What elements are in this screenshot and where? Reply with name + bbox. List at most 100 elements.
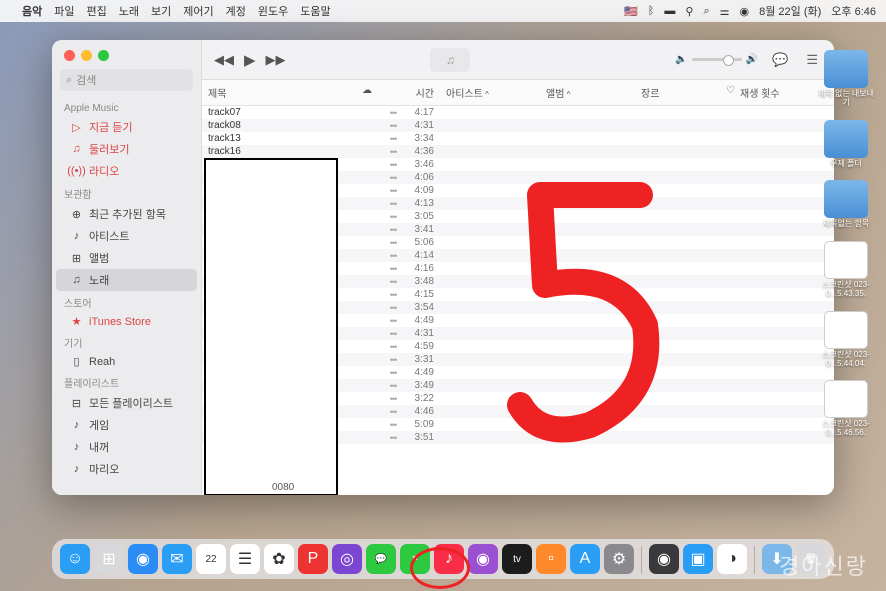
sidebar-item[interactable]: ♫둘러보기 xyxy=(56,138,197,160)
dock-mail[interactable]: ✉ xyxy=(162,544,192,574)
minimize-button[interactable] xyxy=(81,50,92,61)
more-icon[interactable]: ••• xyxy=(382,316,404,326)
desktop-item[interactable]: 제목없는 함목 xyxy=(818,180,874,229)
more-icon[interactable]: ••• xyxy=(382,303,404,313)
dock-app4[interactable]: ▣ xyxy=(683,544,713,574)
dock-finder[interactable]: ☺ xyxy=(60,544,90,574)
menubar-app[interactable]: 음악 xyxy=(22,3,42,19)
more-icon[interactable]: ••• xyxy=(382,108,404,118)
dock-tv[interactable]: tv xyxy=(502,544,532,574)
sidebar-item[interactable]: ♪마리오 xyxy=(56,458,197,480)
col-title[interactable]: 제목 xyxy=(202,83,352,102)
track-row[interactable]: track13•••3:34 xyxy=(202,132,834,145)
sidebar-item[interactable]: ♪게임 xyxy=(56,414,197,436)
dock-books[interactable]: ▫ xyxy=(536,544,566,574)
more-icon[interactable]: ••• xyxy=(382,212,404,222)
more-icon[interactable]: ••• xyxy=(382,368,404,378)
dock-reminders[interactable]: ☰ xyxy=(230,544,260,574)
more-icon[interactable]: ••• xyxy=(382,329,404,339)
dock-facetime[interactable]: ▪ xyxy=(400,544,430,574)
col-cloud[interactable]: ☁ xyxy=(352,83,382,102)
dock-launchpad[interactable]: ⊞ xyxy=(94,544,124,574)
more-icon[interactable]: ••• xyxy=(382,160,404,170)
volume-control[interactable]: 🔈 🔊 xyxy=(675,54,758,65)
more-icon[interactable]: ••• xyxy=(382,290,404,300)
desktop-item[interactable]: 제목 없는 내보내기 xyxy=(818,50,874,108)
more-icon[interactable]: ••• xyxy=(382,134,404,144)
sidebar-item[interactable]: ★iTunes Store xyxy=(56,312,197,331)
prev-button[interactable]: ◀◀ xyxy=(214,52,234,68)
dock-podcasts[interactable]: ◉ xyxy=(468,544,498,574)
dock-safari[interactable]: ◉ xyxy=(128,544,158,574)
sidebar-item[interactable]: ⊟모든 플레이리스트 xyxy=(56,392,197,414)
fullscreen-button[interactable] xyxy=(98,50,109,61)
desktop-item[interactable]: 스크린샷 023-0...5.46.56. xyxy=(818,380,874,438)
sidebar-item[interactable]: ♪내꺼 xyxy=(56,436,197,458)
menubar-time[interactable]: 오후 6:46 xyxy=(831,3,876,19)
dock-appstore[interactable]: A xyxy=(570,544,600,574)
next-button[interactable]: ▶▶ xyxy=(266,52,286,68)
menubar-window[interactable]: 윈도우 xyxy=(258,3,288,19)
menubar-account[interactable]: 계정 xyxy=(226,3,246,19)
dock-app1[interactable]: P xyxy=(298,544,328,574)
input-flag-icon[interactable]: 🇺🇸 xyxy=(624,5,638,18)
more-icon[interactable]: ••• xyxy=(382,199,404,209)
col-plays[interactable]: 재생 횟수 xyxy=(734,83,794,102)
col-genre[interactable]: 장르 xyxy=(635,83,720,102)
track-list[interactable]: track07•••4:17track08•••4:31track13•••3:… xyxy=(202,106,834,495)
dock-app5[interactable]: ◑ xyxy=(717,544,747,574)
close-button[interactable] xyxy=(64,50,75,61)
menubar-help[interactable]: 도움말 xyxy=(300,3,330,19)
menubar-file[interactable]: 파일 xyxy=(54,3,74,19)
search-icon[interactable]: ⌕ xyxy=(703,5,709,18)
more-icon[interactable]: ••• xyxy=(382,394,404,404)
sidebar-item[interactable]: ▷지금 듣기 xyxy=(56,116,197,138)
desktop-item[interactable]: 스크린샷 023-0...5.44.04. xyxy=(818,311,874,369)
dock-app2[interactable]: ◎ xyxy=(332,544,362,574)
more-icon[interactable]: ••• xyxy=(382,121,404,131)
siri-icon[interactable]: ◉ xyxy=(740,5,750,18)
more-icon[interactable]: ••• xyxy=(382,238,404,248)
more-icon[interactable]: ••• xyxy=(382,381,404,391)
more-icon[interactable]: ••• xyxy=(382,433,404,443)
desktop-item[interactable]: 스크린샷 023-0...5.43.35. xyxy=(818,241,874,299)
menubar-date[interactable]: 8월 22일 (화) xyxy=(759,3,821,19)
col-artist[interactable]: 아티스트 xyxy=(440,83,540,102)
desktop-item[interactable]: 무제 폴더 xyxy=(818,120,874,169)
sidebar-item[interactable]: ♫노래 xyxy=(56,269,197,291)
search-input[interactable]: ⌕ 검색 xyxy=(60,69,193,91)
dock-settings[interactable]: ⚙ xyxy=(604,544,634,574)
more-icon[interactable]: ••• xyxy=(382,407,404,417)
more-icon[interactable]: ••• xyxy=(382,251,404,261)
sidebar-item[interactable]: ⊞앨범 xyxy=(56,247,197,269)
more-icon[interactable]: ••• xyxy=(382,342,404,352)
col-love[interactable]: ♡ xyxy=(720,83,734,102)
track-row[interactable]: track16•••4:36 xyxy=(202,145,834,158)
lyrics-button[interactable]: 💬 xyxy=(768,50,792,70)
more-icon[interactable]: ••• xyxy=(382,147,404,157)
more-icon[interactable]: ••• xyxy=(382,420,404,430)
menubar-controls[interactable]: 제어기 xyxy=(183,3,213,19)
menubar-edit[interactable]: 편집 xyxy=(87,3,107,19)
more-icon[interactable]: ••• xyxy=(382,277,404,287)
bluetooth-icon[interactable]: ᛒ xyxy=(648,5,655,17)
track-row[interactable]: track07•••4:17 xyxy=(202,106,834,119)
more-icon[interactable]: ••• xyxy=(382,173,404,183)
sidebar-item[interactable]: ♪아티스트 xyxy=(56,225,197,247)
col-album[interactable]: 앨범 xyxy=(540,83,635,102)
menubar-view[interactable]: 보기 xyxy=(151,3,171,19)
dock-photos[interactable]: ✿ xyxy=(264,544,294,574)
sidebar-item[interactable]: ⊕최근 추가된 항목 xyxy=(56,203,197,225)
dock-calendar[interactable]: 22 xyxy=(196,544,226,574)
dock-app3[interactable]: ◉ xyxy=(649,544,679,574)
col-time[interactable]: 시간 xyxy=(404,83,440,102)
volume-slider[interactable] xyxy=(692,58,742,61)
dock-messages[interactable]: 💬 xyxy=(366,544,396,574)
more-icon[interactable]: ••• xyxy=(382,225,404,235)
sidebar-item[interactable]: ▯Reah xyxy=(56,352,197,371)
dock-music[interactable]: ♪ xyxy=(434,544,464,574)
more-icon[interactable]: ••• xyxy=(382,264,404,274)
control-center-icon[interactable]: ⚌ xyxy=(720,5,730,18)
battery-icon[interactable]: ▬ xyxy=(664,5,675,17)
wifi-icon[interactable]: ⚲ xyxy=(685,5,693,18)
